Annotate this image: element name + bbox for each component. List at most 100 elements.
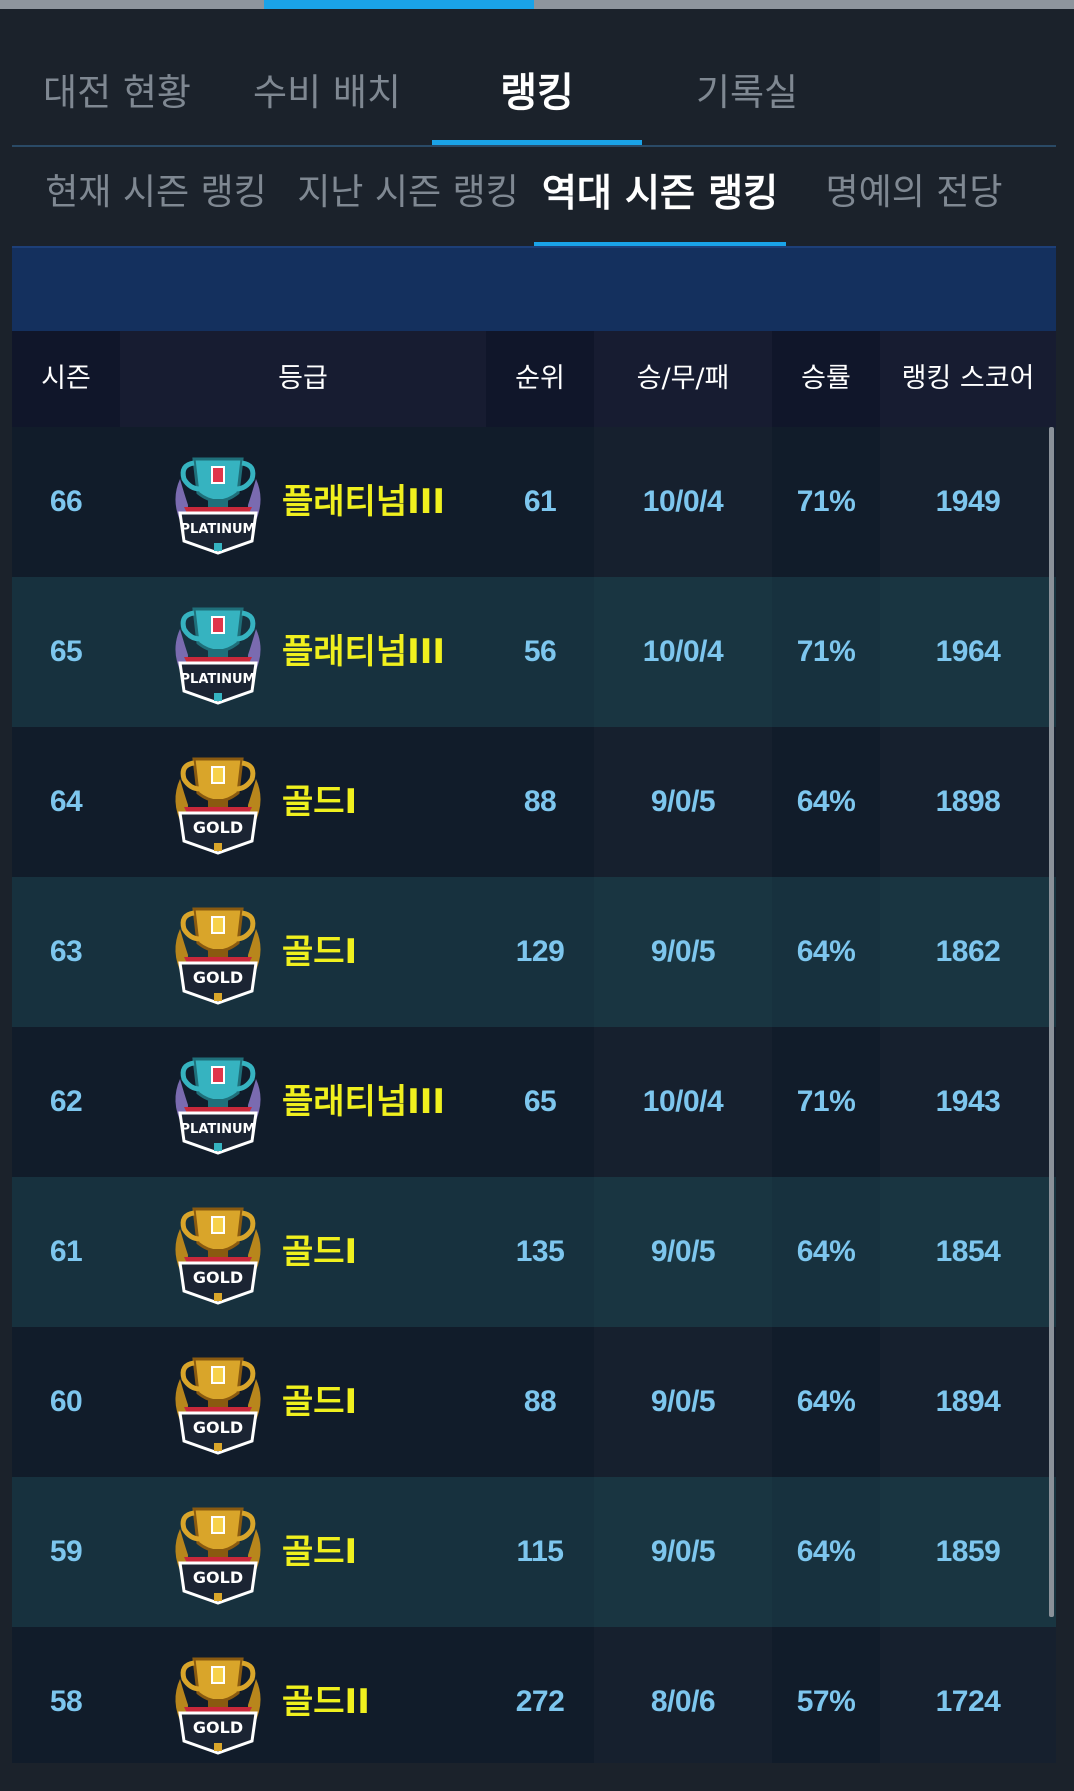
cell-record: 10/0/4	[594, 577, 772, 727]
bottom-spacer	[0, 1763, 1074, 1791]
gold-badge-icon: GOLD	[166, 1499, 270, 1605]
cell-record: 10/0/4	[594, 1027, 772, 1177]
cell-record: 9/0/5	[594, 1177, 772, 1327]
cell-score: 1854	[880, 1177, 1056, 1327]
table-row: 60 GOLD 골드I 88 9/0/5 64% 1894	[12, 1327, 1056, 1477]
svg-text:GOLD: GOLD	[193, 1718, 243, 1737]
cell-winrate: 57%	[796, 1685, 856, 1718]
subtab-current-season[interactable]: 현재 시즌 랭킹	[28, 148, 284, 248]
svg-text:PLATINUM: PLATINUM	[181, 522, 256, 537]
table-row: 59 GOLD 골드I 115 9/0/5 64% 1859	[12, 1477, 1056, 1627]
header-winrate: 승률	[801, 363, 851, 394]
cell-grade: GOLD 골드I	[120, 1327, 486, 1477]
cell-rank: 56	[523, 635, 557, 668]
grade-name: 골드I	[282, 1382, 358, 1422]
cell-score: 1859	[880, 1477, 1056, 1627]
cell-rank: 135	[515, 1235, 565, 1268]
header-score: 랭킹 스코어	[880, 331, 1056, 427]
cell-rank: 115	[516, 1535, 564, 1568]
tab-defense-placement[interactable]: 수비 배치	[222, 40, 432, 146]
cell-winrate: 71%	[796, 1085, 856, 1118]
tab-records[interactable]: 기록실	[642, 40, 852, 146]
cell-score: 1949	[880, 427, 1056, 577]
subtab-hall-of-fame[interactable]: 명예의 전당	[786, 148, 1042, 248]
cell-record: 9/0/5	[594, 1327, 772, 1477]
table-row: 63 GOLD 골드I 129 9/0/5 64% 1862	[12, 877, 1056, 1027]
cell-grade: GOLD 골드II	[120, 1627, 486, 1777]
cell-score: 1724	[880, 1627, 1056, 1777]
svg-text:GOLD: GOLD	[193, 1568, 243, 1587]
grade-name: 골드I	[282, 1232, 358, 1272]
cell-grade: GOLD 골드I	[120, 877, 486, 1027]
table-row: 61 GOLD 골드I 135 9/0/5 64% 1854	[12, 1177, 1056, 1327]
ranking-table: 시즌 등급 순위 승/무/패 승률 랭킹 스코어 66 PLATINUM 플래티…	[12, 331, 1056, 1777]
table-body: 66 PLATINUM 플래티넘III 61 10/0/4 71% 1949 6…	[12, 427, 1056, 1777]
gold-badge-icon: GOLD	[166, 1649, 270, 1755]
cell-winrate: 64%	[796, 785, 856, 818]
table-header: 시즌 등급 순위 승/무/패 승률 랭킹 스코어	[12, 331, 1056, 427]
cell-rank: 129	[515, 935, 565, 968]
cell-season: 63	[49, 935, 83, 968]
platinum-badge-icon: PLATINUM	[166, 449, 270, 555]
svg-text:GOLD: GOLD	[193, 968, 243, 987]
grade-name: 골드I	[282, 932, 358, 972]
cell-grade: GOLD 골드I	[120, 1477, 486, 1627]
svg-text:GOLD: GOLD	[193, 1418, 243, 1437]
cell-record: 9/0/5	[594, 727, 772, 877]
cell-rank: 88	[523, 1385, 557, 1418]
grade-name: 골드I	[282, 1532, 358, 1572]
table-row: 64 GOLD 골드I 88 9/0/5 64% 1898	[12, 727, 1056, 877]
header-season: 시즌	[41, 363, 91, 394]
platinum-badge-icon: PLATINUM	[166, 1049, 270, 1155]
cell-season: 66	[49, 485, 83, 518]
cell-winrate: 71%	[796, 485, 856, 518]
svg-text:GOLD: GOLD	[193, 818, 243, 837]
cell-rank: 61	[523, 485, 557, 518]
grade-name: 골드I	[282, 782, 358, 822]
table-scrollbar[interactable]	[1049, 427, 1054, 1617]
cell-winrate: 64%	[796, 1535, 856, 1568]
info-banner	[12, 246, 1056, 331]
header-rank: 순위	[515, 363, 565, 394]
subtab-all-seasons-label: 역대 시즌 랭킹	[541, 171, 779, 215]
cell-grade: GOLD 골드I	[120, 727, 486, 877]
tab-ranking[interactable]: 랭킹	[432, 40, 642, 146]
cell-season: 61	[49, 1235, 83, 1268]
cell-winrate: 71%	[796, 635, 856, 668]
cell-season: 65	[49, 635, 83, 668]
cell-rank: 65	[523, 1085, 557, 1118]
svg-text:PLATINUM: PLATINUM	[181, 1122, 256, 1137]
svg-text:GOLD: GOLD	[193, 1268, 243, 1287]
subtab-last-season[interactable]: 지난 시즌 랭킹	[280, 148, 536, 248]
tab-ranking-label: 랭킹	[500, 70, 574, 116]
cell-rank: 272	[515, 1685, 565, 1718]
cell-score: 1862	[880, 877, 1056, 1027]
cell-record: 9/0/5	[594, 877, 772, 1027]
table-row: 62 PLATINUM 플래티넘III 65 10/0/4 71% 1943	[12, 1027, 1056, 1177]
cell-score: 1964	[880, 577, 1056, 727]
main-tab-divider	[12, 145, 1056, 147]
cell-grade: PLATINUM 플래티넘III	[120, 1027, 486, 1177]
gold-badge-icon: GOLD	[166, 1199, 270, 1305]
cell-season: 59	[49, 1535, 83, 1568]
main-tab-bar: 대전 현황 수비 배치 랭킹 기록실	[0, 40, 1074, 146]
top-progress-indicator	[264, 0, 534, 9]
header-record: 승/무/패	[594, 331, 772, 427]
sub-tab-bar: 현재 시즌 랭킹 지난 시즌 랭킹 역대 시즌 랭킹 명예의 전당	[0, 148, 1074, 248]
platinum-badge-icon: PLATINUM	[166, 599, 270, 705]
cell-season: 64	[49, 785, 83, 818]
gold-badge-icon: GOLD	[166, 899, 270, 1005]
cell-rank: 88	[523, 785, 557, 818]
cell-season: 58	[49, 1685, 83, 1718]
gold-badge-icon: GOLD	[166, 749, 270, 855]
grade-name: 플래티넘III	[282, 632, 446, 672]
cell-grade: PLATINUM 플래티넘III	[120, 577, 486, 727]
cell-record: 10/0/4	[594, 427, 772, 577]
table-row: 65 PLATINUM 플래티넘III 56 10/0/4 71% 1964	[12, 577, 1056, 727]
cell-winrate: 64%	[796, 935, 856, 968]
tab-battle-status[interactable]: 대전 현황	[12, 40, 222, 146]
subtab-all-seasons[interactable]: 역대 시즌 랭킹	[534, 148, 786, 248]
cell-season: 60	[49, 1385, 83, 1418]
cell-score: 1894	[880, 1327, 1056, 1477]
cell-score: 1898	[880, 727, 1056, 877]
